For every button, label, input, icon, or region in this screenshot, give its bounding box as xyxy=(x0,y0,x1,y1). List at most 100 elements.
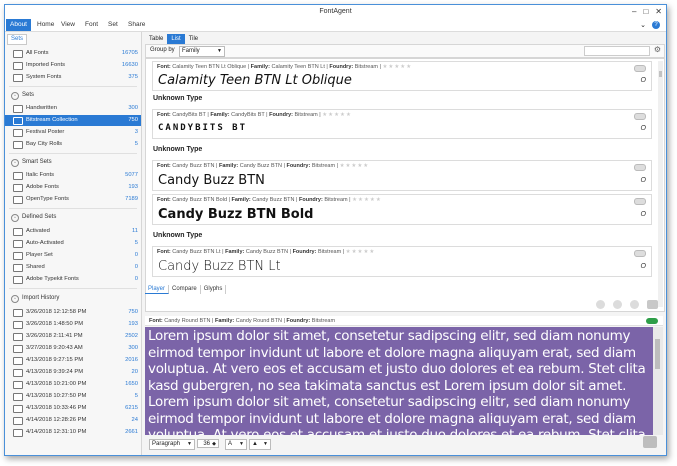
activate-toggle[interactable] xyxy=(634,198,646,205)
sidebar-item-import[interactable]: 4/14/2018 12:31:10 PM 2661 xyxy=(5,427,141,438)
preview-scrollbar[interactable] xyxy=(653,327,663,435)
sidebar-item-import[interactable]: 4/13/2018 9:39:24 PM 20 xyxy=(5,367,141,378)
close-icon[interactable]: ✕ xyxy=(655,7,662,16)
group-toolbar: Group by Family ▼ ⚙ xyxy=(145,44,665,58)
activate-toggle[interactable] xyxy=(634,164,646,171)
folder-icon xyxy=(13,141,23,149)
import-history-header[interactable]: ^ Import History xyxy=(5,293,141,304)
maximize-icon[interactable]: □ xyxy=(643,7,648,16)
opentype-icon: O xyxy=(640,211,646,218)
sidebar-item-import[interactable]: 3/26/2018 2:11:41 PM 2502 xyxy=(5,331,141,342)
font-size-stepper[interactable]: 36 ◆ xyxy=(197,439,219,448)
smart-set-icon xyxy=(13,184,23,192)
menu-home[interactable]: Home xyxy=(33,19,58,31)
sidebar-item-import[interactable]: 3/26/2018 1:48:50 PM 193 xyxy=(5,319,141,330)
sidebar-item-system-fonts[interactable]: System Fonts 375 xyxy=(5,72,141,83)
tab-compare[interactable]: Compare xyxy=(169,285,201,294)
font-meta: Font: Candy Buzz BTN Bold | Family: Cand… xyxy=(157,197,382,203)
font-sample: CANDYBITS BT xyxy=(158,123,248,133)
font-meta: Font: Candy Buzz BTN | Family: Candy Buz… xyxy=(157,163,370,169)
sidebar-item-handwritten[interactable]: Handwritten 300 xyxy=(5,103,141,114)
text-style-select[interactable]: A ▼ xyxy=(225,439,247,450)
sidebar-item-italic-fonts[interactable]: Italic Fonts 5077 xyxy=(5,170,141,181)
color-select[interactable]: ▲ ▼ xyxy=(249,439,271,450)
tab-player[interactable]: Player xyxy=(145,285,170,294)
list-scrollbar[interactable] xyxy=(658,61,663,307)
sidebar-item-bitstream-collection[interactable]: Bitstream Collection 750 xyxy=(5,115,141,126)
activate-toggle[interactable] xyxy=(634,113,646,120)
menu-share[interactable]: Share xyxy=(124,19,149,31)
font-card[interactable]: Font: Candy Buzz BTN | Family: Candy Buz… xyxy=(152,160,652,191)
rating-stars[interactable]: ★★★★★ xyxy=(340,163,370,169)
font-card[interactable]: Font: CandyBits BT | Family: CandyBits B… xyxy=(152,109,652,139)
chevron-down-icon: ▼ xyxy=(187,441,192,447)
group-by-select[interactable]: Family ▼ xyxy=(179,46,225,57)
tab-list[interactable]: List xyxy=(167,34,185,44)
smart-sets-header[interactable]: ^ Smart Sets xyxy=(5,157,141,168)
rating-stars[interactable]: ★★★★★ xyxy=(346,249,376,255)
folder-icon xyxy=(13,381,23,389)
sidebar-item-player-set[interactable]: Player Set 0 xyxy=(5,250,141,261)
font-meta: Font: CandyBits BT | Family: CandyBits B… xyxy=(157,112,352,118)
opentype-icon: O xyxy=(640,125,646,132)
sets-header[interactable]: ^ Sets xyxy=(5,90,141,101)
sidebar-item-all-fonts[interactable]: All Fonts 16705 xyxy=(5,48,141,59)
ribbon-menu: About Home View Font Set Share ⌄ ? xyxy=(5,19,666,32)
menu-set[interactable]: Set xyxy=(104,19,122,31)
collapse-ribbon-icon[interactable]: ⌄ xyxy=(640,21,646,29)
sidebar-item-import[interactable]: 3/27/2018 9:20:43 AM 300 xyxy=(5,343,141,354)
folder-icon xyxy=(13,117,23,125)
tab-sets[interactable]: Sets xyxy=(7,34,28,45)
font-card[interactable]: Font: Candy Buzz BTN Lt | Family: Candy … xyxy=(152,246,652,277)
sidebar-item-adobe-fonts[interactable]: Adobe Fonts 193 xyxy=(5,182,141,193)
tab-tile[interactable]: Tile xyxy=(185,34,202,44)
rating-stars[interactable]: ★★★★★ xyxy=(322,112,352,118)
opentype-icon: O xyxy=(640,263,646,270)
tab-glyphs[interactable]: Glyphs xyxy=(201,285,227,294)
rating-stars[interactable]: ★★★★★ xyxy=(382,64,412,70)
sidebar-item-adobe-typekit[interactable]: Adobe Typekit Fonts 0 xyxy=(5,274,141,285)
minimize-icon[interactable]: – xyxy=(632,7,636,16)
group-header: Unknown Type xyxy=(153,95,203,102)
previous-icon[interactable] xyxy=(596,300,605,309)
display-mode-icon[interactable] xyxy=(647,300,658,309)
play-icon[interactable] xyxy=(613,300,622,309)
next-icon[interactable] xyxy=(630,300,639,309)
help-icon[interactable]: ? xyxy=(652,21,660,29)
sidebar-item-auto-activated[interactable]: Auto-Activated 5 xyxy=(5,238,141,249)
font-card[interactable]: Font: Calamity Teen BTN Lt Oblique | Fam… xyxy=(152,61,652,91)
search-input[interactable] xyxy=(584,46,650,56)
activate-toggle[interactable] xyxy=(634,250,646,257)
menu-about[interactable]: About xyxy=(6,19,31,31)
group-header: Unknown Type xyxy=(153,146,203,153)
menu-view[interactable]: View xyxy=(57,19,79,31)
sidebar-item-festival-poster[interactable]: Festival Poster 3 xyxy=(5,127,141,138)
defined-sets-header[interactable]: ^ Defined Sets xyxy=(5,212,141,223)
sidebar-item-bay-city-rolls[interactable]: Bay City Rolls 5 xyxy=(5,139,141,150)
sidebar-item-opentype-fonts[interactable]: OpenType Fonts 7189 xyxy=(5,194,141,205)
paragraph-select[interactable]: Paragraph ▼ xyxy=(149,439,195,450)
sidebar-item-import[interactable]: 4/14/2018 12:28:26 PM 24 xyxy=(5,415,141,426)
sidebar-item-imported-fonts[interactable]: Imported Fonts 16630 xyxy=(5,60,141,71)
activate-toggle[interactable] xyxy=(646,318,658,324)
sidebar-item-import[interactable]: 4/13/2018 10:33:46 PM 6215 xyxy=(5,403,141,414)
menu-font[interactable]: Font xyxy=(81,19,102,31)
preview-toolbar: Paragraph ▼ 36 ◆ A ▼ ▲ ▼ xyxy=(145,436,663,452)
sidebar-item-import[interactable]: 3/26/2018 12:12:58 PM 750 xyxy=(5,307,141,318)
font-preview-text[interactable]: Lorem ipsum dolor sit amet, consetetur s… xyxy=(145,327,653,435)
font-card[interactable]: Font: Candy Buzz BTN Bold | Family: Cand… xyxy=(152,194,652,225)
tab-table[interactable]: Table xyxy=(145,34,167,44)
gear-icon[interactable]: ⚙ xyxy=(654,45,661,54)
collapse-icon: ^ xyxy=(11,295,19,303)
folder-icon xyxy=(13,333,23,341)
activate-toggle[interactable] xyxy=(634,65,646,72)
sidebar-item-shared[interactable]: Shared 0 xyxy=(5,262,141,273)
collapse-icon: ^ xyxy=(11,159,19,167)
sidebar-item-import[interactable]: 4/13/2018 10:27:50 PM 5 xyxy=(5,391,141,402)
printer-icon[interactable] xyxy=(643,436,657,448)
rating-stars[interactable]: ★★★★★ xyxy=(352,197,382,203)
sidebar-item-import[interactable]: 4/13/2018 10:21:00 PM 1650 xyxy=(5,379,141,390)
folder-icon xyxy=(13,357,23,365)
sidebar-item-import[interactable]: 4/13/2018 9:27:15 PM 2016 xyxy=(5,355,141,366)
sidebar-item-activated[interactable]: Activated 11 xyxy=(5,226,141,237)
